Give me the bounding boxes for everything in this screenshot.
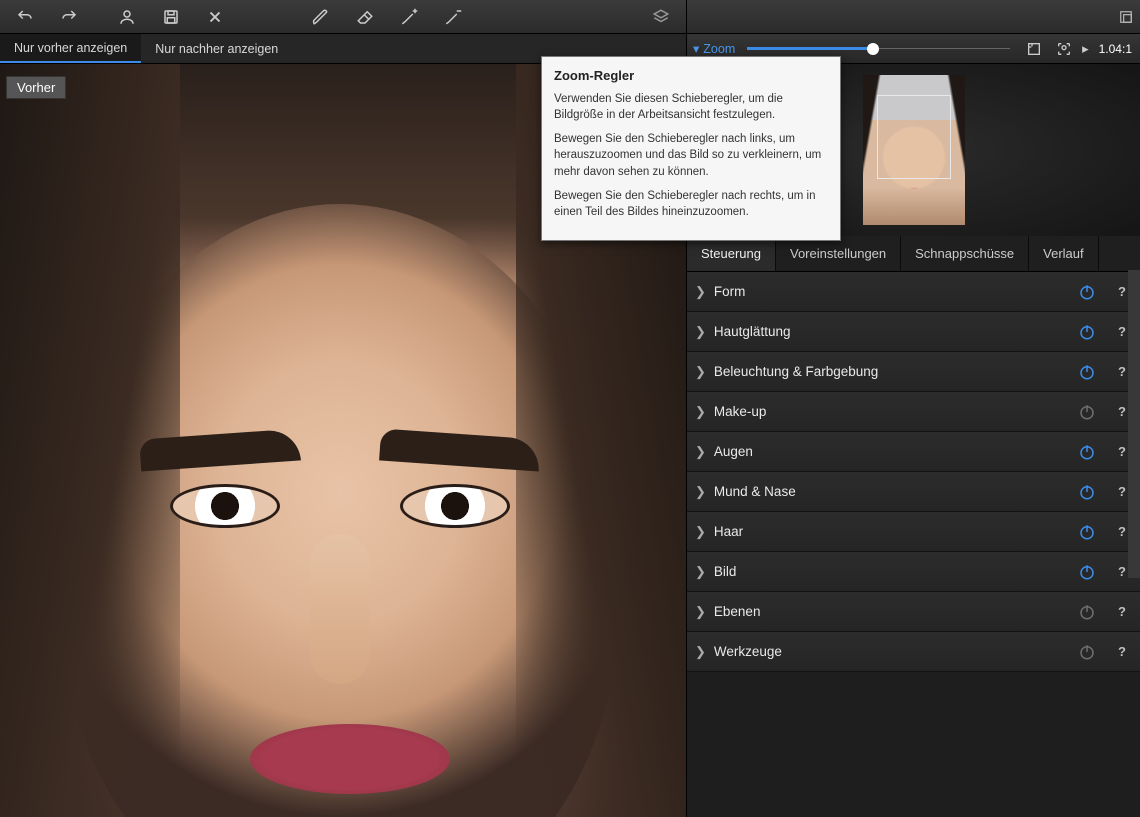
power-toggle[interactable] [1076, 441, 1098, 463]
panel-label: Augen [714, 444, 1076, 459]
chevron-right-icon: ❯ [695, 324, 706, 340]
panel-label: Form [714, 284, 1076, 299]
eraser-icon[interactable] [344, 3, 386, 31]
chevron-down-icon: ▾ [693, 41, 699, 56]
chevron-right-icon: ❯ [695, 444, 706, 460]
panel-row-hautgl-ttung[interactable]: ❯ Hautglättung ? [687, 312, 1140, 352]
panel-label: Make-up [714, 404, 1076, 419]
layers-icon[interactable] [640, 3, 682, 31]
brush-remove-icon[interactable] [432, 3, 474, 31]
scrollbar[interactable] [1128, 270, 1140, 578]
power-toggle[interactable] [1076, 641, 1098, 663]
tooltip-title: Zoom-Regler [554, 67, 828, 85]
power-toggle[interactable] [1076, 321, 1098, 343]
chevron-right-icon: ❯ [695, 404, 706, 420]
thumbnail-image [863, 75, 965, 225]
chevron-right-icon: ❯ [695, 284, 706, 300]
panel-row-beleuchtung-farbgebung[interactable]: ❯ Beleuchtung & Farbgebung ? [687, 352, 1140, 392]
zoom-label-text: Zoom [703, 42, 735, 56]
help-button[interactable]: ? [1114, 604, 1130, 619]
brush-add-icon[interactable] [388, 3, 430, 31]
panel-label: Ebenen [714, 604, 1076, 619]
power-toggle[interactable] [1076, 521, 1098, 543]
panel-row-form[interactable]: ❯ Form ? [687, 272, 1140, 312]
fit-screen-icon[interactable] [1022, 41, 1046, 57]
panel-row-haar[interactable]: ❯ Haar ? [687, 512, 1140, 552]
power-toggle[interactable] [1076, 561, 1098, 583]
zoom-toggle[interactable]: ▾ Zoom [693, 41, 735, 56]
zoom-slider[interactable] [747, 42, 1010, 56]
zoom-readout: 1.04:1 [1095, 42, 1134, 56]
brush-icon[interactable] [300, 3, 342, 31]
power-toggle[interactable] [1076, 401, 1098, 423]
help-button[interactable]: ? [1114, 644, 1130, 659]
power-toggle[interactable] [1076, 361, 1098, 383]
viewport-rect[interactable] [877, 95, 951, 179]
chevron-right-icon: ❯ [695, 564, 706, 580]
panel-label: Mund & Nase [714, 484, 1076, 499]
panel-label: Hautglättung [714, 324, 1076, 339]
tooltip-p3: Bewegen Sie den Schieberegler nach recht… [554, 188, 828, 220]
close-icon[interactable] [194, 3, 236, 31]
tooltip-p2: Bewegen Sie den Schieberegler nach links… [554, 131, 828, 179]
tab-verlauf[interactable]: Verlauf [1029, 236, 1098, 271]
panel-row-bild[interactable]: ❯ Bild ? [687, 552, 1140, 592]
panel-row-werkzeuge[interactable]: ❯ Werkzeuge ? [687, 632, 1140, 672]
triangle-icon: ▸ [1082, 41, 1089, 57]
chevron-right-icon: ❯ [695, 364, 706, 380]
panel-label: Bild [714, 564, 1076, 579]
right-tabs: Steuerung Voreinstellungen Schnappschüss… [687, 236, 1140, 272]
power-toggle[interactable] [1076, 601, 1098, 623]
tab-after[interactable]: Nur nachher anzeigen [141, 34, 292, 63]
panel-row-mund-nase[interactable]: ❯ Mund & Nase ? [687, 472, 1140, 512]
save-icon[interactable] [150, 3, 192, 31]
chevron-right-icon: ❯ [695, 644, 706, 660]
right-toolbar [687, 0, 1140, 34]
tab-voreinstellungen[interactable]: Voreinstellungen [776, 236, 901, 271]
detach-panel-icon[interactable] [1112, 3, 1140, 31]
panel-label: Haar [714, 524, 1076, 539]
chevron-right-icon: ❯ [695, 604, 706, 620]
panel-list: ❯ Form ? ❯ Hautglättung ? ❯ Beleuchtung … [687, 272, 1140, 817]
main-toolbar [0, 0, 686, 34]
user-icon[interactable] [106, 3, 148, 31]
before-badge: Vorher [6, 76, 66, 99]
power-toggle[interactable] [1076, 481, 1098, 503]
zoom-tooltip: Zoom-Regler Verwenden Sie diesen Schiebe… [541, 56, 841, 241]
tab-before[interactable]: Nur vorher anzeigen [0, 34, 141, 63]
tab-steuerung[interactable]: Steuerung [687, 236, 776, 271]
zoom-thumb[interactable] [867, 43, 879, 55]
chevron-right-icon: ❯ [695, 524, 706, 540]
panel-row-augen[interactable]: ❯ Augen ? [687, 432, 1140, 472]
panel-row-make-up[interactable]: ❯ Make-up ? [687, 392, 1140, 432]
panel-row-ebenen[interactable]: ❯ Ebenen ? [687, 592, 1140, 632]
power-toggle[interactable] [1076, 281, 1098, 303]
chevron-right-icon: ❯ [695, 484, 706, 500]
tab-schnappschuesse[interactable]: Schnappschüsse [901, 236, 1029, 271]
redo-icon[interactable] [48, 3, 90, 31]
tooltip-p1: Verwenden Sie diesen Schieberegler, um d… [554, 91, 828, 123]
fit-face-icon[interactable] [1052, 41, 1076, 57]
panel-label: Werkzeuge [714, 644, 1076, 659]
panel-label: Beleuchtung & Farbgebung [714, 364, 1076, 379]
undo-icon[interactable] [4, 3, 46, 31]
